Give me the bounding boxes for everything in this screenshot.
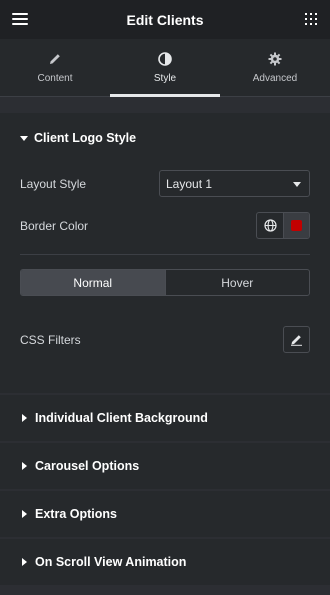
tab-style[interactable]: Style [110, 39, 220, 97]
caret-down-icon [20, 135, 28, 141]
caret-right-icon [22, 462, 27, 470]
contrast-icon [158, 51, 172, 66]
page-title: Edit Clients [126, 11, 204, 28]
caret-right-icon [22, 414, 27, 422]
layout-style-value: Layout 1 [166, 176, 213, 191]
tab-content[interactable]: Content [0, 39, 110, 96]
section-on-scroll-view-animation[interactable]: On Scroll View Animation [0, 539, 330, 585]
hover-state-button[interactable]: Hover [164, 270, 310, 295]
section-individual-client-background[interactable]: Individual Client Background [0, 395, 330, 441]
color-swatch[interactable] [284, 213, 309, 238]
tab-advanced[interactable]: Advanced [220, 39, 330, 96]
tab-advanced-label: Advanced [252, 72, 298, 84]
pencil-icon [48, 52, 62, 66]
panel-tabs: Content Style Advanced [0, 39, 330, 97]
client-logo-style-section: Client Logo Style Layout Style Layout 1 … [0, 113, 330, 393]
color-swatch-fill [291, 220, 302, 231]
edit-icon [291, 335, 302, 346]
section-carousel-options[interactable]: Carousel Options [0, 443, 330, 489]
css-filters-label: CSS Filters [20, 333, 81, 347]
layout-style-label: Layout Style [20, 177, 87, 191]
top-bar: Edit Clients [0, 0, 330, 39]
tab-content-label: Content [37, 72, 73, 84]
css-filters-edit-button[interactable] [283, 326, 310, 353]
section-title: Extra Options [35, 507, 117, 521]
globe-icon[interactable] [257, 213, 284, 238]
caret-right-icon [22, 510, 27, 518]
state-toggle: Normal Hover [20, 269, 310, 296]
section-title: Individual Client Background [35, 411, 208, 425]
section-extra-options[interactable]: Extra Options [0, 491, 330, 537]
divider [20, 254, 310, 255]
menu-icon[interactable] [12, 13, 28, 25]
section-title: On Scroll View Animation [35, 555, 187, 569]
layout-style-select[interactable]: Layout 1 [159, 170, 310, 197]
chevron-down-icon [293, 182, 301, 187]
normal-state-button[interactable]: Normal [21, 270, 165, 295]
section-title: Client Logo Style [34, 131, 137, 145]
caret-right-icon [22, 558, 27, 566]
section-header[interactable]: Client Logo Style [20, 131, 136, 145]
apps-grid-icon[interactable] [305, 13, 317, 25]
tab-style-label: Style [153, 72, 177, 84]
section-title: Carousel Options [35, 459, 140, 473]
border-color-label: Border Color [20, 219, 89, 233]
border-color-control [256, 212, 310, 239]
gear-icon [268, 52, 282, 66]
